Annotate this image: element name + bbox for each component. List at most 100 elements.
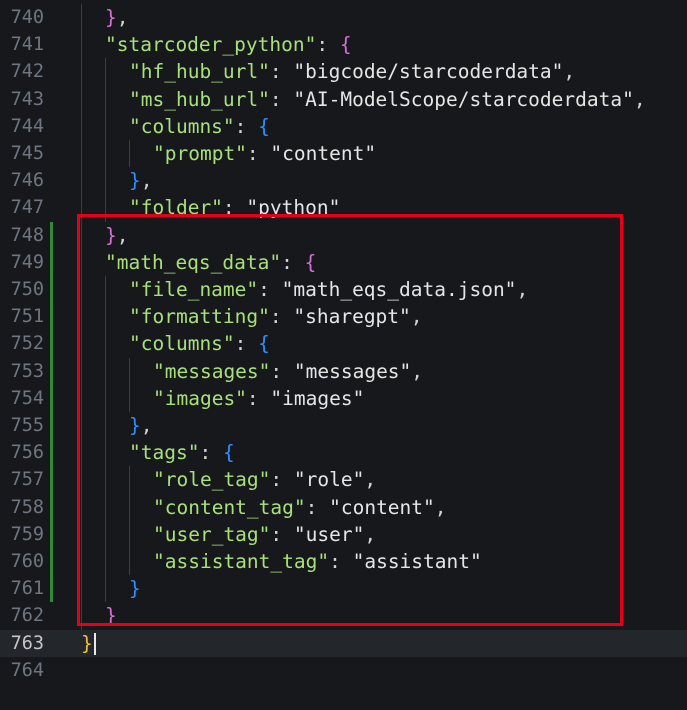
code-token: "bigcode/starcoderdata": [293, 60, 564, 84]
code-line[interactable]: 753 "messages": "messages",: [0, 357, 687, 385]
code-line[interactable]: 763}: [0, 629, 687, 657]
indent-guide: [129, 384, 130, 412]
code-text: "role_tag": "role",: [153, 466, 376, 493]
code-line[interactable]: 746},: [0, 167, 687, 195]
indent-guide: [81, 330, 82, 358]
line-number: 746: [10, 170, 44, 192]
code-token: }: [129, 414, 141, 437]
code-token: :: [270, 468, 294, 492]
code-text: "ms_hub_url": "AI-ModelScope/starcoderda…: [129, 86, 646, 113]
code-line[interactable]: 755},: [0, 412, 687, 440]
code-token: ,: [411, 359, 424, 383]
code-text: "folder": "python": [129, 194, 340, 221]
indent-guide: [105, 548, 106, 576]
indent-guide: [105, 357, 106, 385]
indent-guide: [105, 167, 106, 195]
code-editor[interactable]: 740}, 741 "starcoder_python": {742 "hf_hub_…: [0, 0, 687, 710]
line-number: 740: [10, 7, 44, 28]
code-text: },: [129, 412, 153, 439]
code-line[interactable]: 748},: [0, 221, 687, 249]
code-text: "math_eqs_data": {: [105, 249, 316, 276]
code-line[interactable]: 749 "math_eqs_data": {: [0, 248, 687, 276]
indent-guide: [105, 412, 106, 440]
code-token: :: [246, 386, 271, 410]
code-token: :: [270, 359, 294, 383]
code-token: :: [281, 250, 305, 274]
indent-guide: [81, 194, 82, 222]
code-token: "content": [270, 142, 377, 165]
code-line[interactable]: 761}: [0, 575, 687, 603]
code-text: "columns": {: [129, 113, 270, 140]
code-line[interactable]: 757 "role_tag": "role",: [0, 466, 687, 494]
code-line[interactable]: 754 "images": "images": [0, 384, 687, 412]
code-line[interactable]: 758 "content_tag": "content",: [0, 493, 687, 521]
code-line[interactable]: 760 "assistant_tag": "assistant": [0, 548, 687, 576]
modified-line-indicator: [50, 248, 53, 276]
code-line[interactable]: 747 "folder": "python": [0, 194, 687, 222]
code-text: "user_tag": "user",: [153, 521, 376, 548]
indent-guide: [81, 276, 82, 304]
code-token: :: [269, 305, 294, 329]
modified-line-indicator: [50, 575, 53, 603]
line-number: 763: [10, 632, 44, 654]
indent-guide: [81, 548, 82, 576]
code-line[interactable]: 741 "starcoder_python": {: [0, 31, 687, 59]
code-token: :: [316, 33, 340, 57]
code-line[interactable]: 742 "hf_hub_url": "bigcode/starcoderdata"…: [0, 58, 687, 86]
line-number: 762: [10, 605, 44, 627]
line-number: 753: [10, 360, 44, 382]
code-token: }: [105, 6, 117, 29]
code-token: :: [246, 142, 271, 165]
indent-guide: [81, 303, 82, 331]
indent-guide: [81, 602, 82, 630]
code-token: "messages": [293, 359, 412, 383]
code-text: "columns": {: [129, 330, 270, 357]
indent-guide: [81, 439, 82, 467]
code-line[interactable]: 756 "tags": {: [0, 439, 687, 467]
code-token: ,: [633, 87, 646, 111]
line-number: 752: [10, 333, 44, 355]
line-number: 741: [10, 34, 44, 56]
code-token: ,: [364, 468, 377, 492]
indent-guide: [81, 4, 82, 32]
code-token: "user": [293, 522, 365, 546]
code-text: }: [81, 630, 96, 657]
code-line[interactable]: 751 "formatting": "sharegpt",: [0, 303, 687, 331]
code-line[interactable]: 744 "columns": {: [0, 112, 687, 140]
line-number: 748: [10, 224, 44, 246]
modified-line-indicator: [50, 330, 53, 358]
code-line[interactable]: 745 "prompt": "content": [0, 140, 687, 168]
code-token: }: [105, 223, 117, 247]
code-token: ,: [140, 414, 153, 437]
code-token: "ms_hub_url": [129, 87, 270, 111]
line-number: 764: [10, 659, 44, 681]
code-line[interactable]: 762}: [0, 602, 687, 630]
indent-guide: [105, 85, 106, 113]
modified-line-indicator: [50, 303, 53, 331]
line-number: 751: [10, 306, 44, 328]
code-token: {: [258, 114, 270, 138]
modified-line-indicator: [50, 412, 53, 440]
code-token: "math_eqs_data": [105, 250, 282, 274]
indent-guide: [81, 140, 82, 168]
modified-line-indicator: [50, 439, 53, 467]
code-token: }: [129, 169, 141, 193]
code-line[interactable]: 752 "columns": {: [0, 330, 687, 358]
indent-guide: [105, 194, 106, 222]
code-line[interactable]: 764: [0, 657, 687, 684]
indent-guide: [105, 58, 106, 86]
indent-guide: [105, 439, 106, 467]
code-line[interactable]: 750 "file_name": "math_eqs_data.json",: [0, 276, 687, 304]
code-token: ,: [434, 495, 447, 519]
code-token: "assistant": [352, 550, 482, 573]
code-token: ,: [410, 305, 423, 329]
indent-guide: [81, 357, 82, 385]
code-text: "tags": {: [129, 439, 235, 466]
line-number: 749: [10, 251, 44, 273]
code-token: "folder": [129, 196, 223, 220]
line-number: 755: [10, 415, 44, 436]
indent-guide: [105, 466, 106, 494]
code-line[interactable]: 740},: [0, 4, 687, 32]
code-line[interactable]: 759 "user_tag": "user",: [0, 520, 687, 548]
code-line[interactable]: 743 "ms_hub_url": "AI-ModelScope/starcode…: [0, 85, 687, 113]
